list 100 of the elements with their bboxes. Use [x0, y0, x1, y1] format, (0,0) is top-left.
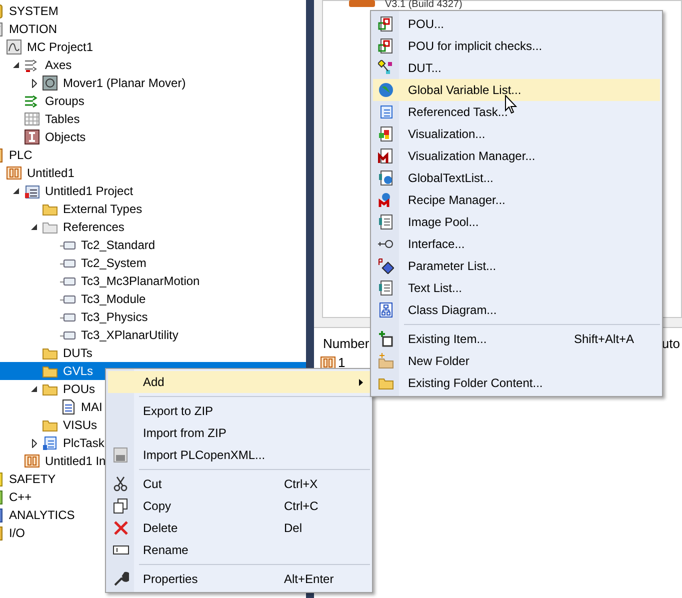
menu-item[interactable]: Existing Item... Shift+Alt+A	[373, 328, 660, 350]
menu-item[interactable]: Delete Del	[108, 517, 370, 539]
mover-icon	[42, 75, 58, 91]
menu-item[interactable]: Parameter List...	[373, 255, 660, 277]
menu-item[interactable]: Visualization...	[373, 123, 660, 145]
tree-item[interactable]: Untitled1 Project	[45, 182, 134, 200]
collapsed-arrow-icon[interactable]	[32, 438, 36, 448]
menu-item[interactable]: Recipe Manager...	[373, 189, 660, 211]
dut-icon	[378, 60, 394, 76]
tree-item[interactable]: SYSTEM	[9, 2, 58, 20]
tree-item[interactable]: DUTs	[63, 344, 92, 362]
shortcut-text: Ctrl+X	[284, 476, 319, 493]
shortcut-text: Alt+Enter	[284, 571, 335, 588]
menu-item[interactable]: POU for implicit checks...	[373, 35, 660, 57]
wrench-icon	[113, 571, 129, 587]
shortcut-text: Del	[284, 520, 304, 537]
menu-item[interactable]: Rename	[108, 539, 370, 561]
globe-icon	[378, 82, 394, 98]
tree-item[interactable]: References	[63, 218, 124, 236]
scissors-icon	[113, 476, 129, 492]
tree-item[interactable]: Tc2_System	[81, 254, 146, 272]
image-pool-icon	[378, 214, 394, 230]
column-header: Number	[323, 335, 370, 353]
menu-item[interactable]: Class Diagram...	[373, 299, 660, 321]
menu-item[interactable]: Export to ZIP	[108, 400, 370, 422]
menu-item[interactable]: Copy Ctrl+C	[108, 495, 370, 517]
menu-item[interactable]: Image Pool...	[373, 211, 660, 233]
text-list-icon	[378, 170, 394, 186]
menu-item[interactable]: Interface...	[373, 233, 660, 255]
menu-item[interactable]: Text List...	[373, 277, 660, 299]
tree-item[interactable]: I/O	[9, 524, 26, 542]
tree-item[interactable]: Untitled1	[27, 164, 74, 182]
column-header: uto	[662, 335, 680, 353]
menu-item[interactable]: Import PLCopenXML...	[108, 444, 370, 466]
tree-item[interactable]: Groups	[45, 92, 84, 110]
tree-item[interactable]: Objects	[45, 128, 86, 146]
pou-icon	[378, 16, 394, 32]
menu-item[interactable]: Existing Folder Content...	[373, 372, 660, 394]
tree-item[interactable]: PLC	[9, 146, 32, 164]
groups-icon	[24, 93, 40, 109]
menu-item[interactable]: DUT...	[373, 57, 660, 79]
shortcut-text: Shift+Alt+A	[574, 331, 636, 348]
add-item-icon	[378, 331, 394, 347]
visualization-manager-icon	[378, 148, 394, 164]
chart-icon	[6, 39, 22, 55]
visualization-icon	[378, 126, 394, 142]
task-icon	[378, 104, 394, 120]
tree-item[interactable]: Tc3_Module	[81, 290, 146, 308]
collapsed-arrow-icon[interactable]	[32, 78, 36, 88]
menu-item[interactable]: New Folder	[373, 350, 660, 372]
menu-item[interactable]: Visualization Manager...	[373, 145, 660, 167]
plc-instance-icon	[320, 354, 336, 370]
table-icon	[24, 111, 40, 127]
copy-icon	[113, 498, 129, 514]
tree-item[interactable]: MOTION	[9, 20, 57, 38]
tree-item[interactable]: VISUs	[63, 416, 98, 434]
text-list-icon	[378, 280, 394, 296]
tree-item[interactable]: ANALYTICS	[9, 506, 75, 524]
tree-item[interactable]: MAI	[81, 398, 102, 416]
tree-item[interactable]: External Types	[63, 200, 142, 218]
menu-item[interactable]: Referenced Task...	[373, 101, 660, 123]
tree-item[interactable]: Tc3_Mc3PlanarMotion	[81, 272, 200, 290]
menu-item[interactable]: Properties Alt+Enter	[108, 568, 370, 590]
tree-item[interactable]: Tc3_Physics	[81, 308, 148, 326]
plc-instance-icon	[6, 165, 22, 181]
mouse-cursor-icon	[505, 95, 517, 114]
expanded-arrow-icon[interactable]	[12, 62, 20, 68]
tree-item[interactable]: Tc2_Standard	[81, 236, 156, 254]
tree-item[interactable]: Untitled1 In	[45, 452, 106, 470]
tree-item[interactable]: POUs	[63, 380, 96, 398]
document-icon	[60, 399, 76, 415]
menu-item[interactable]: Import from ZIP	[108, 422, 370, 444]
menu-item[interactable]: Add	[108, 371, 370, 393]
import-icon	[113, 447, 129, 463]
table-cell-text: 1	[338, 354, 346, 372]
task-icon	[42, 435, 58, 451]
tree-item[interactable]: PlcTask	[63, 434, 104, 452]
expanded-arrow-icon[interactable]	[30, 386, 38, 392]
version-text: V3.1 (Build 4327)	[385, 0, 462, 10]
menu-item[interactable]: Cut Ctrl+X	[108, 473, 370, 495]
pou-icon	[378, 38, 394, 54]
menu-item[interactable]: POU...	[373, 13, 660, 35]
tree-item[interactable]: GVLs	[63, 362, 94, 380]
parameter-list-icon	[378, 258, 394, 274]
tree-item[interactable]: SAFETY	[9, 470, 56, 488]
tree-item[interactable]: Axes	[45, 56, 72, 74]
tree-item[interactable]: Mover1 (Planar Mover)	[63, 74, 186, 92]
menu-item[interactable]: Global Variable List...	[373, 79, 660, 101]
tree-item[interactable]: Tables	[45, 110, 80, 128]
class-diagram-icon	[378, 302, 394, 318]
menu-item[interactable]: GlobalTextList...	[373, 167, 660, 189]
module-icon	[349, 0, 375, 7]
tree-item[interactable]: C++	[9, 488, 32, 506]
plc-instance-icon	[24, 453, 40, 469]
expanded-arrow-icon[interactable]	[30, 224, 38, 230]
tree-item[interactable]: MC Project1	[27, 38, 94, 56]
shortcut-text: Ctrl+C	[284, 498, 320, 515]
objects-icon	[24, 129, 40, 145]
tree-item[interactable]: Tc3_XPlanarUtility	[81, 326, 178, 344]
expanded-arrow-icon[interactable]	[12, 188, 20, 194]
